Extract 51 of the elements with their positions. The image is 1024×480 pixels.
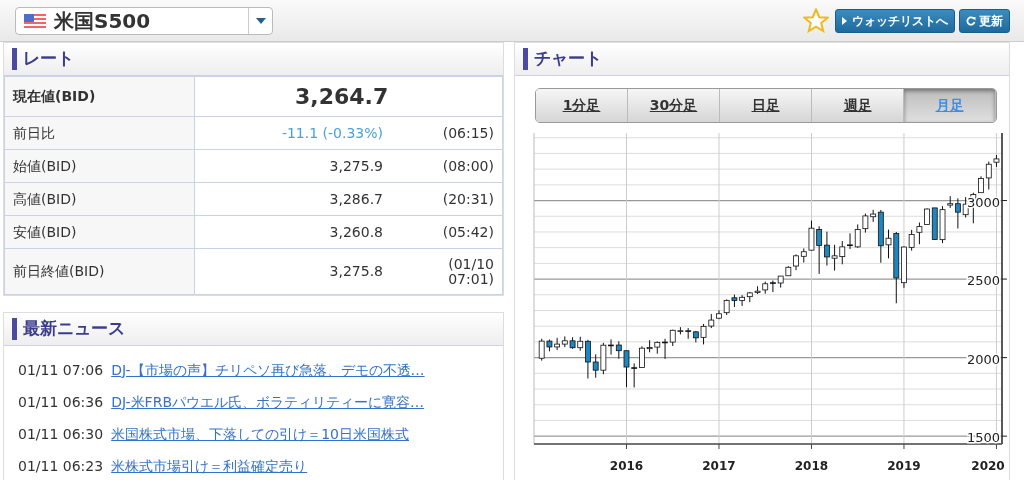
timeframe-tab[interactable]: 週足 (812, 89, 904, 122)
axis-label: 2017 (702, 459, 736, 473)
section-title: チャート (534, 47, 602, 71)
play-icon (842, 17, 848, 25)
section-marker (12, 318, 17, 340)
watchlist-button[interactable]: ウォッチリストへ (835, 8, 955, 33)
row-label: 前日比 (4, 116, 195, 150)
axis-label: 2016 (609, 459, 644, 473)
row-label: 現在値(BID) (4, 76, 195, 117)
axis-label: 2018 (794, 459, 829, 473)
axis-label: 1500 (966, 430, 1000, 446)
news-time: 01/11 06:30 (18, 424, 104, 444)
axis-label: 2019 (887, 459, 921, 473)
time-value: (20:31) (441, 189, 494, 209)
price-value: 3,275.8 (329, 263, 383, 279)
time-value: (06:15) (441, 123, 494, 143)
section-marker (523, 48, 528, 70)
flag-icon (24, 13, 46, 28)
axis-label: 2500 (966, 273, 1000, 289)
current-price: 3,264.7 (295, 84, 389, 109)
row-label: 高値(BID) (4, 182, 195, 216)
timeframe-tab[interactable]: 30分足 (628, 89, 720, 122)
instrument-select[interactable]: 米国S500 (15, 6, 273, 35)
time-value: (05:42) (441, 222, 494, 242)
row-label: 始値(BID) (4, 149, 195, 183)
timeframe-tab[interactable]: 日足 (720, 89, 812, 122)
price-value: 3,286.7 (329, 190, 383, 207)
news-link[interactable]: DJ-米FRBパウエル氏、ボラティリティーに寛容… (111, 391, 424, 413)
news-time: 01/11 06:36 (18, 392, 104, 412)
news-link[interactable]: 米株式市場引け＝利益確定売り (111, 455, 308, 477)
row-label: 前日終値(BID) (4, 248, 195, 295)
time-value: (01/10 07:01) (447, 256, 494, 287)
price-value: 3,260.8 (329, 223, 383, 240)
news-link[interactable]: 米国株式市場、下落しての引け＝10日米国株式 (111, 423, 409, 445)
caret-icon (255, 17, 266, 24)
refresh-button[interactable]: 更新 (959, 8, 1010, 33)
section-marker (12, 48, 17, 70)
axis-label: 2000 (966, 351, 1000, 367)
news-link[interactable]: DJ-【市場の声】チリペソ再び急落、デモの不透… (111, 359, 425, 381)
price-value: -11.1 (-0.33%) (281, 124, 383, 141)
time-value: (08:00) (441, 156, 494, 176)
row-label: 安値(BID) (4, 215, 195, 249)
news-time: 01/11 07:06 (18, 360, 104, 380)
news-time: 01/11 06:23 (18, 456, 104, 476)
refresh-icon (966, 16, 976, 26)
axis-label: 2020 (971, 459, 1005, 473)
section-title: レート (23, 47, 74, 71)
star-icon[interactable] (803, 8, 829, 33)
timeframe-tab[interactable]: 1分足 (536, 89, 628, 122)
price-value: 3,275.9 (329, 157, 383, 174)
section-title: 最新ニュース (23, 317, 125, 341)
